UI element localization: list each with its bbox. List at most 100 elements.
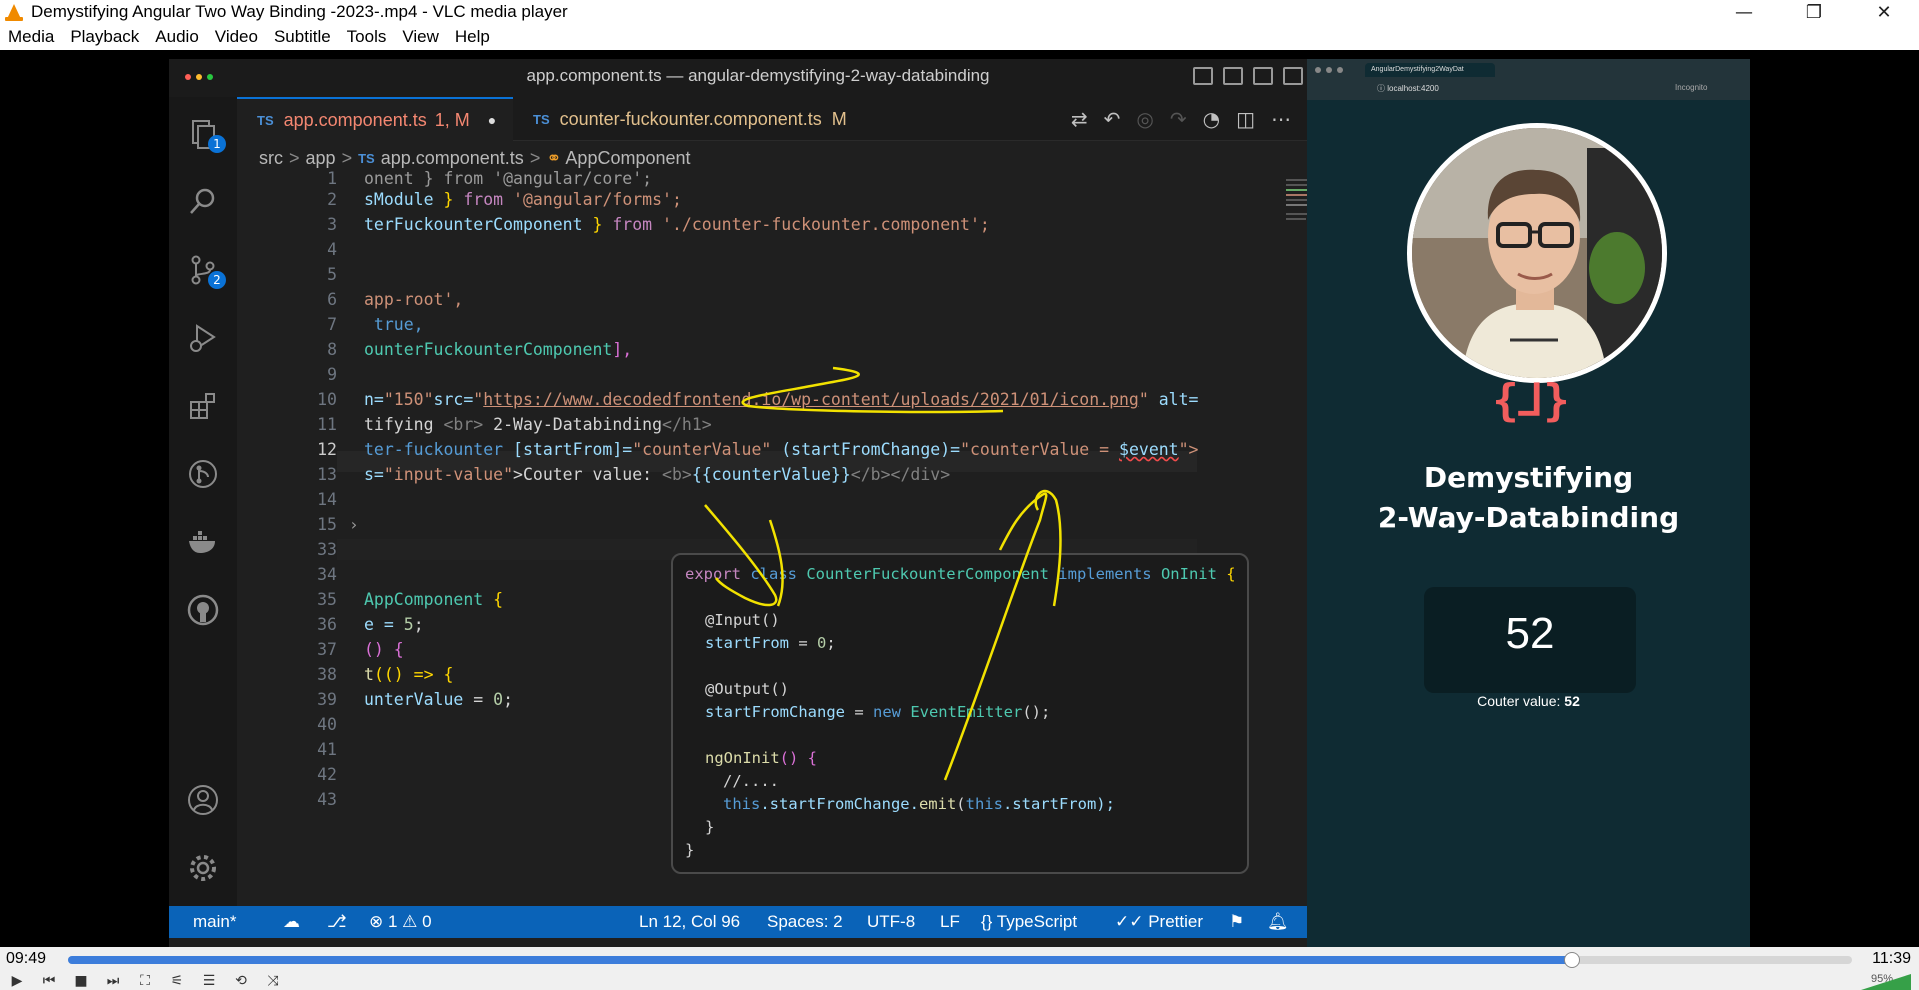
line-number: 10 <box>317 390 337 409</box>
line-number: 4 <box>327 240 337 259</box>
open-changes-icon[interactable]: ◔ <box>1203 107 1220 131</box>
menu-playback[interactable]: Playback <box>62 27 147 47</box>
line-number: 11 <box>317 415 337 434</box>
account-icon[interactable] <box>186 783 220 817</box>
seek-handle[interactable] <box>1563 952 1580 968</box>
vscode-titlebar: app.component.ts — angular-demystifying-… <box>169 59 1307 97</box>
chevron-right-icon: > <box>341 147 353 168</box>
restore-button[interactable]: ❐ <box>1779 0 1849 24</box>
explorer-icon[interactable]: 1 <box>186 117 226 153</box>
source-control-icon[interactable]: 2 <box>186 253 226 289</box>
play-icon[interactable]: ▶ <box>6 973 28 989</box>
close-button[interactable]: ✕ <box>1849 0 1919 24</box>
previous-change-icon[interactable]: ◎ <box>1136 107 1153 131</box>
menu-audio[interactable]: Audio <box>147 27 206 47</box>
unsaved-dot-icon[interactable]: ● <box>488 112 496 128</box>
customize-layout-icon[interactable] <box>1283 67 1303 85</box>
cursor-position[interactable]: Ln 12, Col 96 <box>639 912 740 932</box>
feedback-icon[interactable]: ⚑ <box>1229 912 1244 932</box>
git-branch[interactable]: main* <box>193 912 236 932</box>
search-icon[interactable] <box>186 185 220 219</box>
editor-tabs: TS app.component.ts 1, M ● TS counter-fu… <box>237 97 1307 141</box>
card-line: startFromChange = new EventEmitter(); <box>705 703 1051 721</box>
github-icon[interactable] <box>186 593 220 627</box>
loop-icon[interactable]: ⟲ <box>230 973 252 989</box>
menu-subtitle[interactable]: Subtitle <box>266 27 339 47</box>
toggle-panel-icon[interactable] <box>1223 67 1243 85</box>
line-number: 43 <box>317 790 337 809</box>
menu-tools[interactable]: Tools <box>339 27 395 47</box>
line-number: 1 <box>327 169 337 188</box>
more-actions-icon[interactable]: ⋯ <box>1271 107 1291 131</box>
player-controls: 09:49 11:39 ▶ ⏮ ■ ⏭ ⛶ ⚟ ☰ ⟲ ⤨ 95% <box>0 947 1919 990</box>
stop-icon[interactable]: ■ <box>70 973 92 989</box>
previous-icon[interactable]: ⏮ <box>38 973 60 989</box>
playlist-icon[interactable]: ☰ <box>198 973 220 989</box>
gitlens-status-icon[interactable]: ⎇ <box>327 912 347 932</box>
video-frame[interactable]: app.component.ts — angular-demystifying-… <box>0 50 1919 947</box>
minimize-button[interactable]: — <box>1709 0 1779 24</box>
line-number: 39 <box>317 690 337 709</box>
code-line: unterValue = 0; <box>364 690 514 709</box>
browser-toolbar: AngularDemystifying2WayDat ⓘ localhost:4… <box>1307 59 1750 100</box>
tab-counter-component[interactable]: TS counter-fuckounter.component.ts M <box>533 97 847 141</box>
presenter-image <box>1412 128 1662 378</box>
code-line: AppComponent { <box>364 590 504 609</box>
breadcrumb-src[interactable]: src <box>259 148 283 169</box>
prettier-status[interactable]: ✓✓ Prettier <box>1115 912 1203 932</box>
split-editor-icon[interactable]: ◫ <box>1236 107 1255 131</box>
sync-icon[interactable]: ☁ <box>283 912 300 932</box>
breadcrumb-file[interactable]: app.component.ts <box>381 148 524 169</box>
language-mode[interactable]: {} TypeScript <box>981 912 1077 932</box>
menu-media[interactable]: Media <box>0 27 62 47</box>
menu-view[interactable]: View <box>394 27 447 47</box>
fold-chevron-icon[interactable]: › <box>349 515 359 534</box>
code-line: sModule } from '@angular/forms'; <box>364 190 682 209</box>
end-of-line[interactable]: LF <box>940 912 960 932</box>
indentation[interactable]: Spaces: 2 <box>767 912 843 932</box>
menubar: Media Playback Audio Video Subtitle Tool… <box>0 24 1919 50</box>
go-back-icon[interactable]: ↶ <box>1104 107 1121 131</box>
run-debug-icon[interactable] <box>186 321 220 355</box>
tab-app-component[interactable]: TS app.component.ts 1, M ● <box>237 97 513 141</box>
line-number: 7 <box>327 315 337 334</box>
gitlens-icon[interactable] <box>186 457 220 491</box>
line-number: 6 <box>327 290 337 309</box>
notifications-bell-icon[interactable]: 🔔︎ <box>1267 912 1289 932</box>
line-number: 34 <box>317 565 337 584</box>
line-number: 33 <box>317 540 337 559</box>
address-bar[interactable]: ⓘ localhost:4200 Incognito <box>1377 83 1707 97</box>
next-icon[interactable]: ⏭ <box>102 973 124 989</box>
docker-icon[interactable] <box>186 525 220 559</box>
card-line: //.... <box>723 772 779 790</box>
code-line: onent } from '@angular/core'; <box>364 169 653 188</box>
scm-badge: 2 <box>208 271 226 289</box>
next-change-icon[interactable]: ↷ <box>1170 107 1187 131</box>
code-line: true, <box>364 315 424 334</box>
compare-icon[interactable]: ⇄ <box>1071 107 1088 131</box>
toggle-sidebar-icon[interactable] <box>1193 67 1213 85</box>
menu-help[interactable]: Help <box>447 27 498 47</box>
line-number: 35 <box>317 590 337 609</box>
seek-progress <box>68 956 1572 964</box>
toggle-secondary-sidebar-icon[interactable] <box>1253 67 1273 85</box>
breadcrumb-symbol[interactable]: AppComponent <box>565 148 690 169</box>
seek-bar[interactable] <box>68 952 1852 968</box>
extended-settings-icon[interactable]: ⚟ <box>166 973 188 989</box>
fullscreen-icon[interactable]: ⛶ <box>134 973 156 989</box>
time-elapsed: 09:49 <box>6 950 47 967</box>
menu-video[interactable]: Video <box>207 27 266 47</box>
shuffle-icon[interactable]: ⤨ <box>262 973 284 989</box>
problems-indicator[interactable]: ⊗ 1 ⚠ 0 <box>369 912 432 932</box>
extensions-icon[interactable] <box>186 389 220 423</box>
encoding[interactable]: UTF-8 <box>867 912 915 932</box>
presenter-webcam <box>1407 123 1667 383</box>
code-line: e = 5; <box>364 615 424 634</box>
line-number: 41 <box>317 740 337 759</box>
decoded-frontend-logo: {⅃} <box>1492 375 1570 426</box>
browser-tab[interactable]: AngularDemystifying2WayDat <box>1365 63 1495 77</box>
line-number: 36 <box>317 615 337 634</box>
breadcrumb-app[interactable]: app <box>306 148 336 169</box>
settings-gear-icon[interactable] <box>186 851 220 885</box>
volume-slider[interactable] <box>1861 974 1911 990</box>
